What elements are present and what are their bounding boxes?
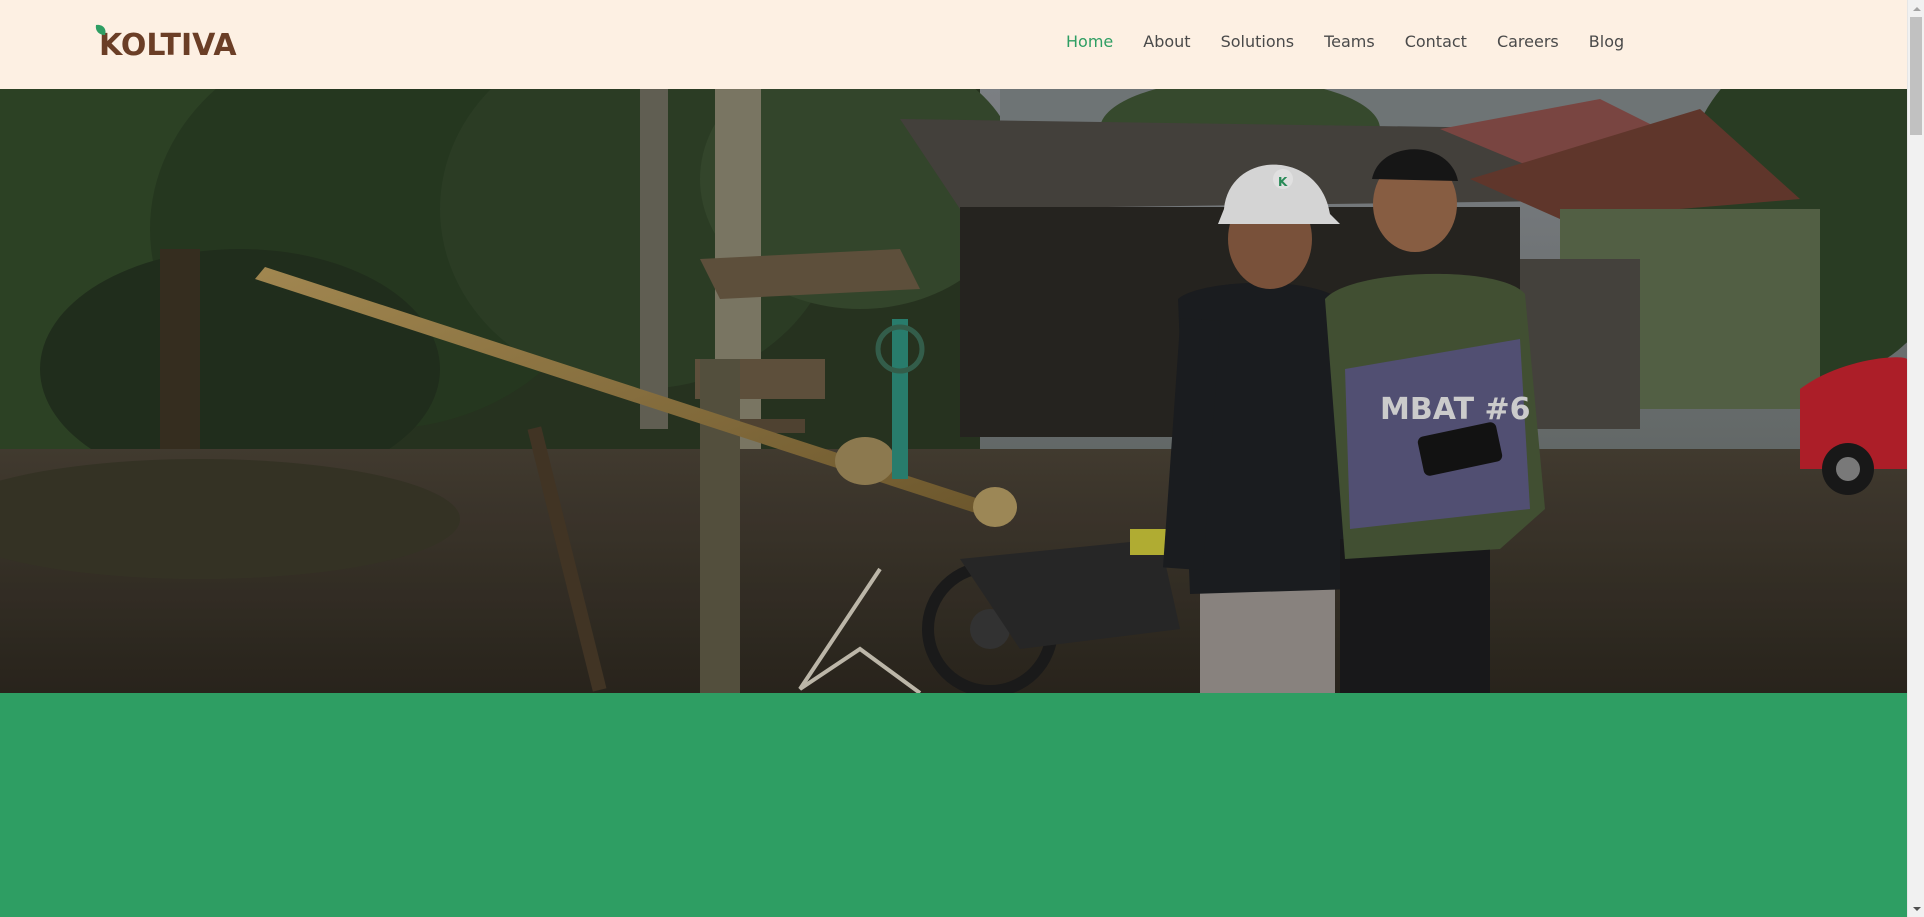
main-nav: Home About Solutions Teams Contact Caree… — [1066, 28, 1654, 56]
nav-about[interactable]: About — [1143, 28, 1190, 56]
nav-blog[interactable]: Blog — [1589, 28, 1624, 56]
koltiva-logo[interactable]: KOLTIVA — [95, 24, 237, 64]
scroll-down-arrow-icon[interactable] — [1908, 900, 1924, 917]
nav-contact[interactable]: Contact — [1405, 28, 1467, 56]
hero-photo: K MBAT #6 — [0, 89, 1907, 693]
green-content-section — [0, 693, 1907, 917]
scrollbar-thumb[interactable] — [1910, 17, 1922, 135]
nav-home[interactable]: Home — [1066, 28, 1113, 56]
browser-viewport: KOLTIVA Home About Solutions Teams Conta… — [0, 0, 1924, 917]
logo-wordmark: KOLTIVA — [99, 28, 237, 63]
scroll-up-arrow-icon[interactable] — [1908, 0, 1924, 17]
nav-teams[interactable]: Teams — [1324, 28, 1375, 56]
nav-careers[interactable]: Careers — [1497, 28, 1559, 56]
nav-solutions[interactable]: Solutions — [1221, 28, 1295, 56]
hero-image: K MBAT #6 — [0, 89, 1907, 693]
site-header: KOLTIVA Home About Solutions Teams Conta… — [0, 0, 1907, 89]
vertical-scrollbar[interactable] — [1907, 0, 1924, 917]
page: KOLTIVA Home About Solutions Teams Conta… — [0, 0, 1907, 917]
leaf-icon — [95, 24, 106, 35]
